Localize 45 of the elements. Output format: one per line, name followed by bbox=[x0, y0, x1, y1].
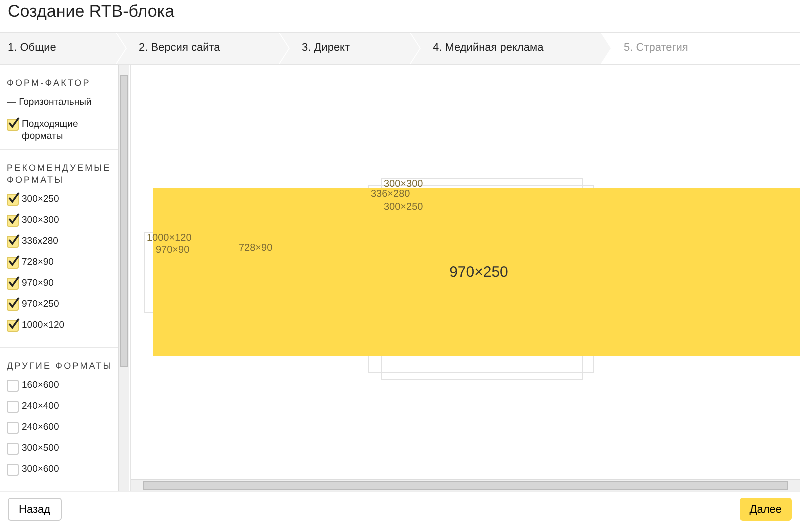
checkbox-label[interactable]: 300×600 bbox=[22, 464, 60, 476]
horizontal-scrollbar[interactable] bbox=[131, 479, 800, 491]
vertical-scrollbar[interactable] bbox=[118, 65, 129, 491]
checkbox[interactable] bbox=[7, 257, 19, 269]
checkbox[interactable] bbox=[7, 464, 19, 476]
checkbox-label[interactable]: Подходящие форматы bbox=[22, 119, 118, 143]
checkbox-label[interactable]: 300×300 bbox=[22, 215, 60, 227]
format-label: 728×90 bbox=[239, 243, 273, 254]
format-label: 970×90 bbox=[156, 245, 190, 256]
checkbox-label[interactable]: 970×90 bbox=[22, 278, 54, 290]
checkbox[interactable] bbox=[7, 119, 19, 131]
checkbox[interactable] bbox=[7, 380, 19, 392]
checkbox[interactable] bbox=[7, 215, 19, 227]
checkbox-label[interactable]: 336x280 bbox=[22, 236, 58, 248]
checkbox[interactable] bbox=[7, 401, 19, 413]
checkbox[interactable] bbox=[7, 299, 19, 311]
checkbox-label[interactable]: 1000×120 bbox=[22, 320, 65, 332]
section-title: РЕКОМЕНДУЕМЫЕ ФОРМАТЫ bbox=[7, 162, 112, 186]
checkbox-label[interactable]: 240×600 bbox=[22, 422, 60, 434]
checkbox-label[interactable]: 728×90 bbox=[22, 257, 54, 269]
checkbox-label[interactable]: 970×250 bbox=[22, 299, 60, 311]
checkbox-label[interactable]: 160×600 bbox=[22, 380, 60, 392]
form-factor-option[interactable]: — Горизонтальный bbox=[7, 97, 92, 109]
step-tab[interactable]: 1. Общие bbox=[0, 33, 126, 64]
checkbox[interactable] bbox=[7, 236, 19, 248]
checkbox-label[interactable]: 300×500 bbox=[22, 443, 60, 455]
format-label: 300×250 bbox=[384, 202, 424, 213]
next-button[interactable]: Далее bbox=[740, 498, 792, 521]
back-button[interactable]: Назад bbox=[8, 498, 62, 521]
checkbox[interactable] bbox=[7, 320, 19, 332]
format-label: 336×280 bbox=[371, 189, 410, 200]
checkbox[interactable] bbox=[7, 194, 19, 206]
section-title: ДРУГИЕ ФОРМАТЫ bbox=[7, 360, 114, 372]
window-title: Создание RTB-блока bbox=[7, 1, 176, 23]
checkbox[interactable] bbox=[7, 278, 19, 290]
step-tab[interactable]: 4. Медийная реклама bbox=[411, 33, 611, 64]
checkbox-label[interactable]: 240×400 bbox=[22, 401, 60, 413]
step-tab[interactable]: 3. Директ bbox=[280, 33, 420, 64]
step-tab[interactable]: 2. Версия сайта bbox=[117, 33, 289, 64]
checkbox[interactable] bbox=[7, 443, 19, 455]
format-label: 300×300 bbox=[384, 179, 424, 190]
format-label: 970×250 bbox=[450, 264, 508, 280]
checkbox-label[interactable]: 300×250 bbox=[22, 194, 60, 206]
checkbox[interactable] bbox=[7, 422, 19, 434]
section-title: ФОРМ-ФАКТОР bbox=[7, 77, 92, 89]
